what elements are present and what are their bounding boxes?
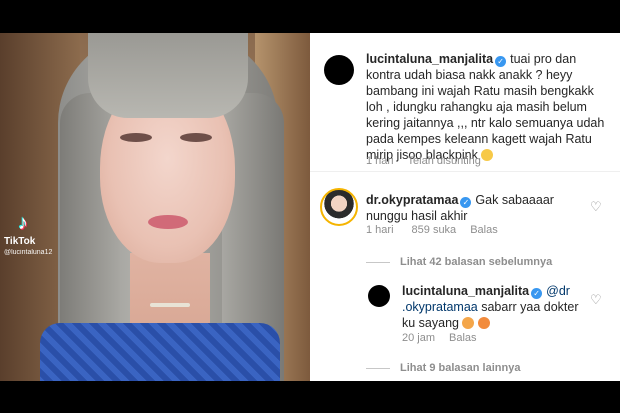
replies-divider xyxy=(366,368,390,369)
avatar[interactable] xyxy=(368,285,390,307)
verified-icon: ✓ xyxy=(531,288,543,299)
comment-username[interactable]: lucintaluna_manjalita xyxy=(366,52,493,66)
comment-line: tuai pro dan xyxy=(510,52,577,66)
reply-button[interactable]: Balas xyxy=(470,224,498,236)
comment-meta: 1 hari 859 suka Balas xyxy=(366,224,512,236)
emoji-icon xyxy=(477,317,490,329)
video-frame[interactable]: ♪ TikTok @lucintaluna12 xyxy=(0,33,310,381)
mention-link[interactable]: .okypratamaa xyxy=(402,300,478,314)
comment-line: nunggu hasil akhir xyxy=(366,209,468,223)
comment-time: 1 hari xyxy=(366,155,394,167)
heart-icon[interactable]: ♡ xyxy=(590,199,602,215)
top-letterbox xyxy=(0,0,620,33)
dress xyxy=(40,323,280,381)
comment-time: 1 hari xyxy=(366,224,394,236)
view-previous-replies[interactable]: Lihat 42 balasan sebelumnya xyxy=(400,256,552,268)
avatar[interactable] xyxy=(324,55,354,85)
comment-line: Gak sabaaaar xyxy=(475,193,554,207)
comment-body: lucintaluna_manjalita ✓ tuai pro dan kontr… xyxy=(366,51,606,163)
verified-icon: ✓ xyxy=(460,197,472,208)
comment-meta: 1 hari Telah disunting xyxy=(366,155,495,167)
heart-icon[interactable]: ♡ xyxy=(590,292,602,308)
comment-body: dr.okypratamaa ✓ Gak sabaaaar nunggu hasil… xyxy=(366,192,586,224)
comment-line: loh , idungku rahangku aja masih belum xyxy=(366,100,587,114)
eye-left xyxy=(120,133,152,142)
reply-username[interactable]: lucintaluna_manjalita xyxy=(402,284,529,298)
reply-time: 20 jam xyxy=(402,332,436,344)
lips xyxy=(148,215,188,229)
reply-line: sabarr yaa dokter xyxy=(477,300,579,314)
reply-meta: 20 jam Balas xyxy=(402,332,491,344)
replies-divider xyxy=(366,262,390,263)
emoji-icon xyxy=(462,317,475,329)
tiktok-watermark: ♪ TikTok @lucintaluna12 xyxy=(4,211,84,257)
reply-button[interactable]: Balas xyxy=(449,332,477,344)
comment-line: bambang ini wajah Ratu masih bengkakk xyxy=(366,84,594,98)
tiktok-brand: TikTok xyxy=(4,236,36,247)
avatar[interactable] xyxy=(320,188,358,226)
comment-edited: Telah disunting xyxy=(407,155,481,167)
comment-username[interactable]: dr.okypratamaa xyxy=(366,193,458,207)
necklace xyxy=(150,303,190,307)
bangs xyxy=(88,33,248,118)
divider xyxy=(310,171,620,172)
comment-likes[interactable]: 859 suka xyxy=(412,224,457,236)
comment-line: kering jaitannya ,,, ntr kalo semuanya u… xyxy=(366,116,605,130)
verified-icon: ✓ xyxy=(495,56,507,67)
comment-line: kontra udah biasa nakk anakk ? heyy xyxy=(366,68,573,82)
mention-link[interactable]: @dr xyxy=(546,284,570,298)
tiktok-handle: @lucintaluna12 xyxy=(4,249,53,256)
comment-line: pada kempes keleann kagett wajah Ratu xyxy=(366,132,592,146)
bottom-letterbox xyxy=(0,381,620,413)
eye-right xyxy=(180,133,212,142)
tiktok-icon: ♪ xyxy=(18,211,28,234)
reply-line: ku sayang xyxy=(402,316,459,330)
comments-panel: lucintaluna_manjalita ✓ tuai pro dan kontr… xyxy=(310,33,620,381)
reply-body: lucintaluna_manjalita ✓ @dr .okypratamaa s… xyxy=(402,283,592,331)
view-more-replies[interactable]: Lihat 9 balasan lainnya xyxy=(400,362,520,374)
neck xyxy=(130,253,210,333)
